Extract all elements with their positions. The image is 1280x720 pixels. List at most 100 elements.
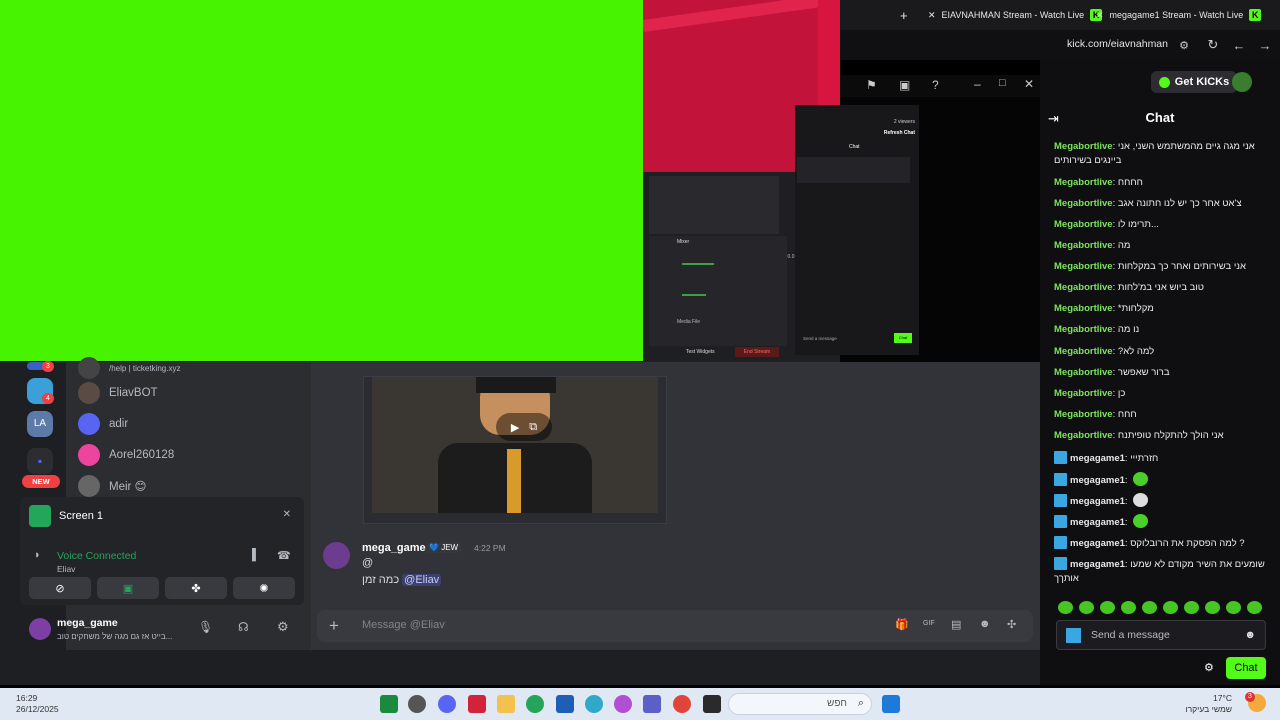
user-badge-icon	[1066, 628, 1081, 643]
forward-icon[interactable]: →	[1256, 36, 1274, 54]
stream-thumbnail: ▶ ⧉	[372, 377, 658, 513]
browser-tabstrip: + ✕ EIAVNAHMAN Stream - Watch Live K ✕ m…	[840, 0, 1280, 30]
chrome-icon[interactable]	[673, 695, 691, 713]
obs-chat-dock: 2 viewers Refresh Chat Chat Send a messa…	[795, 105, 919, 355]
add-attachment-icon[interactable]: +	[329, 616, 339, 636]
minimize-icon[interactable]: –	[974, 77, 981, 91]
windows-taskbar: 16:29 26/12/2025 חפש ⌕ 17°C שמשי בעיקרו …	[0, 688, 1280, 720]
gif-icon[interactable]: GIF	[923, 620, 939, 634]
popout-icon[interactable]: ▣	[899, 78, 910, 92]
site-settings-icon[interactable]: ⚙	[1175, 36, 1193, 54]
emote-icon	[1079, 601, 1094, 614]
avatar	[78, 413, 100, 435]
obs-chat-button[interactable]: Chat	[894, 333, 912, 343]
avatar[interactable]	[29, 618, 51, 640]
edge-icon[interactable]	[585, 695, 603, 713]
tab-megagame1[interactable]: ✕ megagame1 Stream - Watch Live K	[1096, 4, 1262, 26]
chat-message: Megabortlive: מה	[1054, 240, 1131, 251]
tab-eiavnahman[interactable]: ✕ EIAVNAHMAN Stream - Watch Live K	[928, 4, 1103, 26]
soundboard-button[interactable]: ✺	[233, 577, 295, 599]
stream-preview[interactable]: ▶ ⧉	[363, 376, 667, 524]
dm-item[interactable]: adir	[78, 410, 128, 438]
user-badge-icon	[1054, 557, 1067, 570]
store-icon[interactable]	[556, 695, 574, 713]
apps-icon[interactable]: ✣	[1007, 618, 1023, 632]
weather-widget[interactable]: 17°C שמשי בעיקרו	[1185, 693, 1232, 715]
reload-icon[interactable]: ↻	[1204, 36, 1222, 54]
chat-message: Megabortlive: *מקלחות	[1054, 303, 1154, 314]
emote-bar[interactable]	[1058, 601, 1262, 614]
play-stream-button[interactable]: ▶ ⧉	[496, 413, 552, 441]
voice-panel: Screen 1 ✕ ◗ Voice Connected Eliav ▌ ☎ ⊘…	[20, 497, 304, 605]
disconnect-icon[interactable]: ☎	[277, 549, 291, 562]
terminal-icon[interactable]	[703, 695, 721, 713]
avatar[interactable]	[323, 542, 350, 569]
new-badge: NEW	[22, 475, 60, 488]
obs-chat-send[interactable]: Send a message	[803, 336, 837, 341]
dm-item[interactable]: EliavBOT	[78, 379, 158, 407]
flag-icon[interactable]: ⚑	[866, 78, 877, 92]
share-screen-button[interactable]: ▣	[97, 577, 159, 599]
screen-share-item[interactable]: Screen 1	[29, 505, 103, 527]
mention[interactable]: @Eliav	[402, 574, 442, 586]
user-badge-icon	[1054, 473, 1067, 486]
dm-item[interactable]: /help | ticketking.xyz	[78, 354, 180, 382]
chat-message: megagame1:	[1054, 493, 1272, 509]
gear-icon[interactable]: ⚙	[277, 619, 289, 635]
address-bar[interactable]: kick.com/eiavnahman ⚙ ↻ ← →	[840, 30, 1280, 60]
start-icon[interactable]	[882, 695, 900, 713]
emoji-icon[interactable]: ☻	[1244, 629, 1256, 641]
voice-status[interactable]: Voice Connected Eliav	[57, 550, 136, 574]
tab-close-icon[interactable]: ✕	[928, 10, 936, 21]
discord-window: 3 4 LA ▪ NEW /help | ticketking.xyz Elia…	[0, 357, 1040, 685]
back-icon[interactable]: ←	[1230, 36, 1248, 54]
camera-off-button[interactable]: ⊘	[29, 577, 91, 599]
avatar[interactable]	[1232, 72, 1252, 92]
obs-icon[interactable]	[408, 695, 426, 713]
maximize-icon[interactable]: □	[999, 77, 1006, 89]
obs-refresh-chat[interactable]: Refresh Chat	[884, 130, 915, 136]
close-stream-icon[interactable]: ✕	[283, 509, 291, 520]
teams-icon[interactable]	[643, 695, 661, 713]
obs-window-titlebar: ⚑ ▣ ? – □ ✕	[840, 75, 1040, 97]
sticker-icon[interactable]: ▤	[951, 618, 967, 632]
whatsapp-icon[interactable]	[526, 695, 544, 713]
discord-icon[interactable]	[438, 695, 456, 713]
wps-icon[interactable]	[468, 695, 486, 713]
new-tab-button[interactable]: +	[900, 4, 908, 26]
gift-icon[interactable]: 🎁	[895, 618, 911, 632]
message-input[interactable]: + Message @Eliav 🎁 GIF ▤ ☻ ✣	[317, 610, 1033, 642]
play-icon: ▶	[510, 421, 520, 434]
folder-icon[interactable]	[497, 695, 515, 713]
obs-chat-title: Chat	[849, 144, 860, 150]
unread-badge: 4	[42, 393, 54, 404]
emote-icon	[1247, 601, 1262, 614]
mic-icon[interactable]: 🎙	[198, 620, 213, 634]
server-icon[interactable]: ▪	[27, 448, 53, 474]
get-kicks-button[interactable]: Get KICKs	[1151, 71, 1237, 93]
search-box[interactable]: חפש ⌕	[728, 693, 872, 715]
server-icon[interactable]: LA	[27, 411, 53, 437]
notification-badge: 3	[1245, 692, 1255, 702]
headphones-icon[interactable]: ☊	[238, 620, 249, 634]
clock[interactable]: 16:29 26/12/2025	[16, 693, 59, 715]
app-icon[interactable]	[380, 695, 398, 713]
chat-send-button[interactable]: Chat	[1226, 657, 1266, 679]
activities-button[interactable]: ✤	[165, 577, 227, 599]
message-author[interactable]: mega_game	[362, 542, 426, 554]
emoji-icon[interactable]: ☻	[979, 618, 995, 632]
chat-input[interactable]: Send a message ☻	[1056, 620, 1266, 650]
tab-close-icon[interactable]: ✕	[1096, 10, 1104, 21]
emote-icon	[1058, 601, 1073, 614]
chat-message: megagame1: שומעים את השיר מקודם לא שמעו …	[1054, 557, 1265, 584]
obs-end-stream-button[interactable]: End Stream	[735, 347, 779, 357]
help-icon[interactable]: ?	[932, 78, 939, 92]
dm-item[interactable]: Meir 😊	[78, 472, 147, 500]
user-badge-icon	[1054, 515, 1067, 528]
chat-settings-icon[interactable]: ⚙	[1204, 661, 1214, 674]
copilot-icon[interactable]	[614, 695, 632, 713]
obs-test-widgets[interactable]: Test Widgets	[686, 349, 715, 355]
soundboard-icon[interactable]: ▌	[252, 549, 260, 561]
dm-item[interactable]: Aorel260128	[78, 441, 174, 469]
close-icon[interactable]: ✕	[1024, 77, 1034, 91]
